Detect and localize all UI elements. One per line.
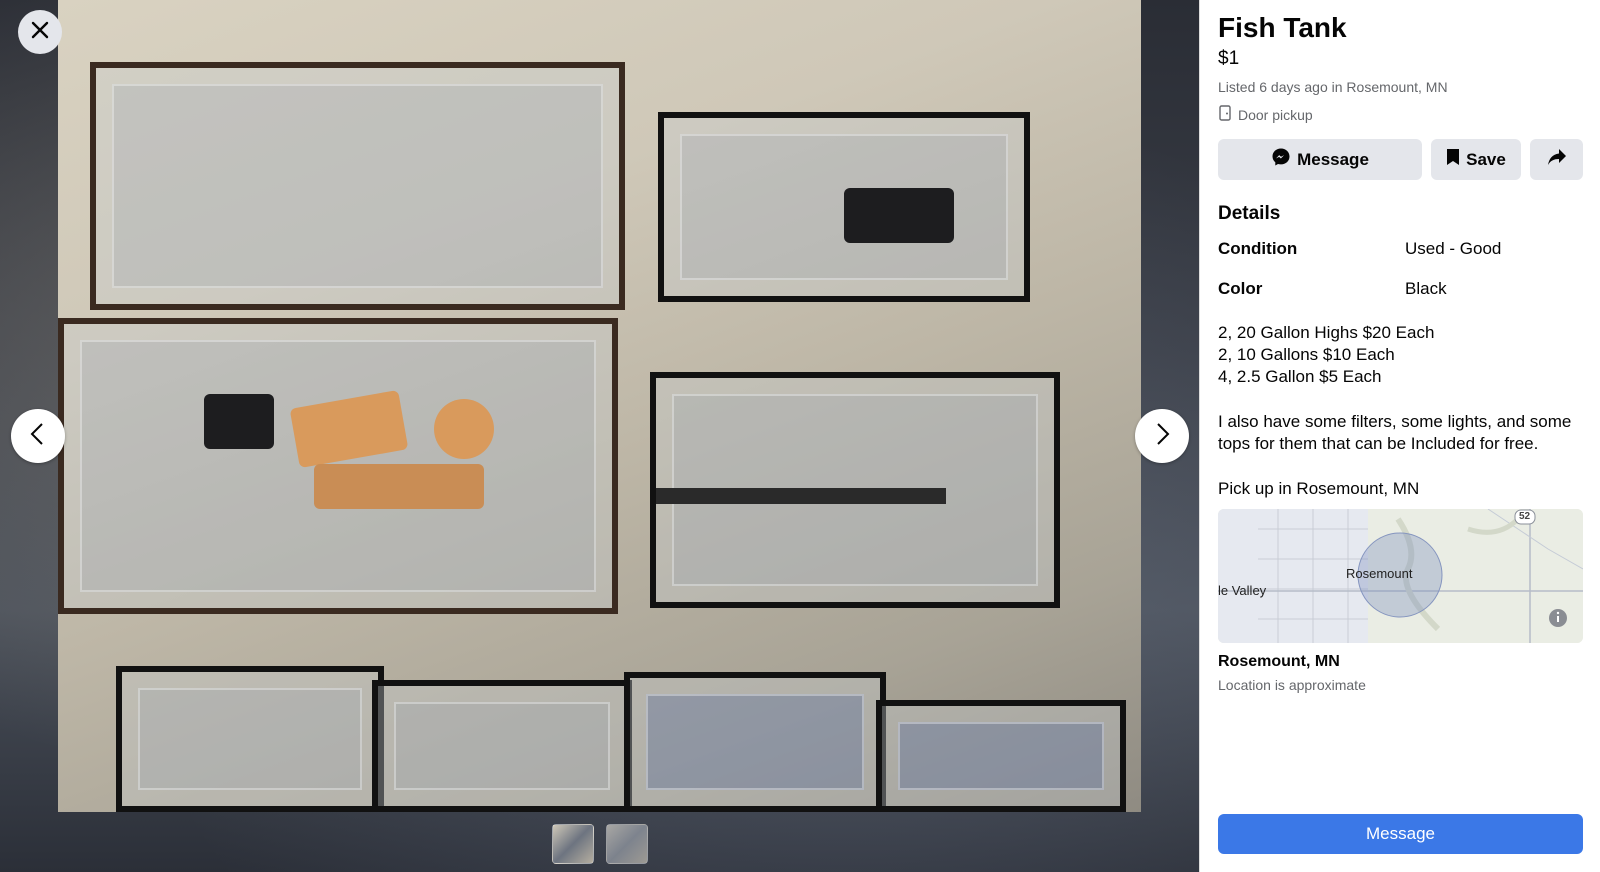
pickup-location-text: Pick up in Rosemount, MN [1218, 479, 1420, 498]
close-icon [29, 19, 51, 46]
action-buttons: Message Save [1218, 139, 1583, 180]
thumbnail-strip [552, 824, 648, 864]
messenger-icon [1271, 147, 1291, 172]
bookmark-icon [1446, 148, 1460, 171]
close-button[interactable] [18, 10, 62, 54]
map-center-label: Rosemount [1346, 566, 1413, 581]
chevron-left-icon [28, 422, 48, 451]
bottom-message-button[interactable]: Message [1218, 814, 1583, 854]
tank-top-right [658, 112, 1030, 302]
photo-viewer [0, 0, 1199, 872]
listing-details-panel: Fish Tank $1 Listed 6 days ago in Rosemo… [1199, 0, 1600, 872]
previous-photo-button[interactable] [11, 409, 65, 463]
thumbnail-1[interactable] [552, 824, 594, 864]
detail-key: Condition [1218, 239, 1298, 258]
detail-value: Used - Good [1405, 239, 1502, 258]
tank-top-left [90, 62, 625, 310]
map-west-label: le Valley [1218, 583, 1267, 598]
next-photo-button[interactable] [1135, 409, 1189, 463]
tank-middle-left [58, 318, 618, 614]
tank-bottom-1 [116, 666, 384, 812]
detail-row-condition: Condition Used - Good [1218, 239, 1501, 259]
tank-middle-right [650, 372, 1060, 608]
tank-bottom-3 [624, 672, 886, 812]
pickup-label: Door pickup [1238, 106, 1313, 123]
listing-title: Fish Tank [1218, 12, 1347, 43]
info-icon[interactable] [1549, 609, 1567, 627]
location-name: Rosemount, MN [1218, 653, 1340, 670]
save-button[interactable]: Save [1431, 139, 1521, 180]
detail-value: Black [1405, 279, 1447, 298]
share-icon [1547, 148, 1567, 171]
share-button[interactable] [1530, 139, 1583, 180]
tank-bottom-4 [876, 700, 1126, 812]
chevron-right-icon [1152, 422, 1172, 451]
listed-info: Listed 6 days ago in Rosemount, MN [1218, 79, 1448, 95]
detail-row-color: Color Black [1218, 279, 1447, 299]
save-button-label: Save [1466, 149, 1506, 169]
door-icon [1218, 105, 1232, 124]
listing-price: $1 [1218, 48, 1240, 69]
description-line: 4, 2.5 Gallon $5 Each [1218, 367, 1382, 386]
thumbnail-2[interactable] [606, 824, 648, 864]
listing-description: 2, 20 Gallon Highs $20 Each 2, 10 Gallon… [1218, 322, 1588, 388]
detail-key: Color [1218, 279, 1263, 298]
description-line: 2, 10 Gallons $10 Each [1218, 345, 1395, 364]
details-heading: Details [1218, 203, 1281, 224]
location-note: Location is approximate [1218, 677, 1366, 693]
location-map[interactable]: 52 Rosemount le Valley [1218, 509, 1583, 643]
tank-bottom-2 [372, 680, 632, 812]
map-road-label: 52 [1519, 511, 1531, 522]
message-seller-button[interactable]: Message [1218, 139, 1422, 180]
message-button-label: Message [1297, 149, 1369, 169]
description-line: 2, 20 Gallon Highs $20 Each [1218, 323, 1435, 342]
listing-photo [58, 0, 1141, 812]
listing-extra-info: I also have some filters, some lights, a… [1218, 412, 1572, 453]
pickup-option: Door pickup [1218, 105, 1313, 124]
